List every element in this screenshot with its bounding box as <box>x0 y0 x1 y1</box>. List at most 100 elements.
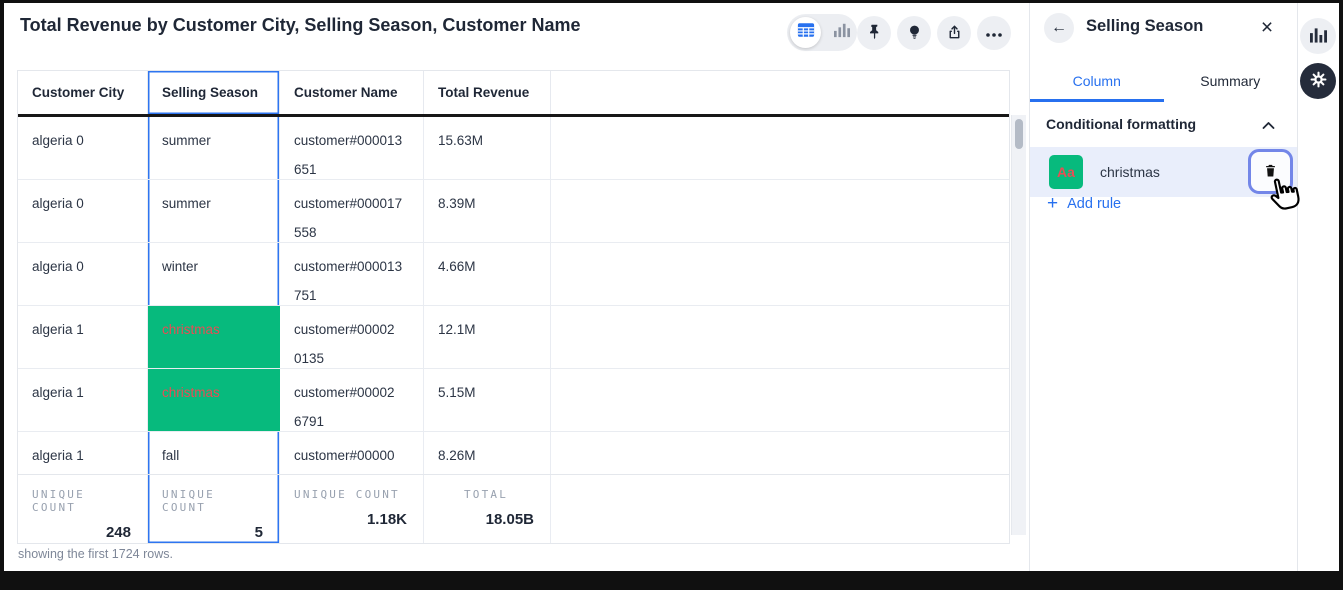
cell-customer-name[interactable]: customer#00002 0135 <box>280 306 424 368</box>
pin-button[interactable] <box>857 16 891 50</box>
table-view-button[interactable] <box>790 17 821 48</box>
tab-column[interactable]: Column <box>1030 60 1164 102</box>
table-scrollbar[interactable] <box>1011 115 1026 535</box>
cell-empty <box>551 432 1009 474</box>
cell-empty <box>551 180 1009 242</box>
cell-selling-season[interactable]: fall <box>148 432 280 474</box>
summary-cell: UNIQUE COUNT 1.18K <box>280 475 424 543</box>
add-icon: + <box>1047 194 1058 213</box>
table-summary-row: UNIQUE COUNT 248 UNIQUE COUNT 5 UNIQUE C… <box>18 474 1009 543</box>
table-row: algeria 1 fall customer#00000 8.26M <box>18 432 1009 474</box>
customer-name-line2: 0135 <box>294 344 409 368</box>
view-toggle <box>787 14 857 51</box>
settings-gear-icon <box>1309 70 1328 92</box>
more-menu-icon <box>985 26 1003 41</box>
share-button[interactable] <box>937 16 971 50</box>
customer-name-line1: customer#000013 <box>294 126 409 155</box>
cell-empty <box>551 117 1009 179</box>
summary-label: UNIQUE COUNT <box>32 488 131 514</box>
column-header-customer-city[interactable]: Customer City <box>18 71 148 114</box>
app-window: Total Revenue by Customer City, Selling … <box>0 0 1343 590</box>
cell-customer-city[interactable]: algeria 0 <box>18 180 148 242</box>
cell-customer-city[interactable]: algeria 1 <box>18 432 148 474</box>
cell-total-revenue[interactable]: 15.63M <box>424 117 551 179</box>
cell-selling-season-highlighted[interactable]: christmas <box>148 306 280 368</box>
lightbulb-icon <box>906 22 923 44</box>
share-icon <box>946 23 963 44</box>
column-header-customer-name[interactable]: Customer Name <box>280 71 424 114</box>
close-panel-button[interactable]: × <box>1254 15 1280 41</box>
chart-config-button[interactable] <box>1300 18 1336 54</box>
cell-customer-name[interactable]: customer#00002 6791 <box>280 369 424 431</box>
cell-empty <box>551 369 1009 431</box>
panel-title: Selling Season <box>1086 17 1203 36</box>
cell-customer-city[interactable]: algeria 0 <box>18 243 148 305</box>
table-row: algeria 1 christmas customer#00002 6791 … <box>18 369 1009 432</box>
rows-shown-caption: showing the first 1724 rows. <box>18 547 173 561</box>
cell-customer-name[interactable]: customer#000017 558 <box>280 180 424 242</box>
customer-name-line2: 6791 <box>294 407 409 431</box>
cell-selling-season[interactable]: summer <box>148 180 280 242</box>
rail-divider <box>1297 3 1298 571</box>
panel-tabs: Column Summary <box>1030 60 1297 102</box>
cell-customer-name[interactable]: customer#00000 <box>280 432 424 474</box>
summary-cell-empty <box>551 475 1009 543</box>
conditional-formatting-header: Conditional formatting <box>1046 116 1196 132</box>
customer-name-line1: customer#000013 <box>294 252 409 281</box>
table-row: algeria 0 summer customer#000017 558 8.3… <box>18 180 1009 243</box>
chart-view-button[interactable] <box>834 14 850 51</box>
summary-value: 5 <box>162 524 263 541</box>
column-header-total-revenue[interactable]: Total Revenue <box>424 71 551 114</box>
table-row: algeria 0 winter customer#000013 751 4.6… <box>18 243 1009 306</box>
collapse-section-button[interactable] <box>1257 115 1279 135</box>
close-icon: × <box>1261 16 1273 40</box>
summary-cell: TOTAL 18.05B <box>424 475 551 543</box>
customer-name-line1: customer#00002 <box>294 315 409 344</box>
customer-name-line1: customer#00000 <box>294 441 409 470</box>
conditional-format-rule[interactable]: Aa christmas <box>1030 147 1297 197</box>
cell-empty <box>551 306 1009 368</box>
summary-cell: UNIQUE COUNT 5 <box>148 475 280 543</box>
column-header-empty <box>551 71 1009 114</box>
table-header-row: Customer City Selling Season Customer Na… <box>18 71 1009 117</box>
cell-selling-season[interactable]: summer <box>148 117 280 179</box>
cell-total-revenue[interactable]: 8.26M <box>424 432 551 474</box>
customer-name-line2: 651 <box>294 155 409 179</box>
cell-customer-city[interactable]: algeria 1 <box>18 306 148 368</box>
cell-total-revenue[interactable]: 5.15M <box>424 369 551 431</box>
back-button[interactable]: ← <box>1044 13 1074 43</box>
cell-total-revenue[interactable]: 12.1M <box>424 306 551 368</box>
page-title: Total Revenue by Customer City, Selling … <box>20 15 580 36</box>
summary-label: TOTAL <box>438 488 534 501</box>
cell-customer-name[interactable]: customer#000013 651 <box>280 117 424 179</box>
settings-button[interactable] <box>1300 63 1336 99</box>
add-rule-button[interactable]: + Add rule <box>1047 194 1121 213</box>
table-view-icon <box>797 21 815 44</box>
scrollbar-thumb[interactable] <box>1015 119 1023 149</box>
more-menu-button[interactable] <box>977 16 1011 50</box>
table-row: algeria 1 christmas customer#00002 0135 … <box>18 306 1009 369</box>
customer-name-line1: customer#000017 <box>294 189 409 218</box>
summary-value: 248 <box>32 524 131 541</box>
cell-total-revenue[interactable]: 8.39M <box>424 180 551 242</box>
insights-button[interactable] <box>897 16 931 50</box>
format-preview-swatch: Aa <box>1049 155 1083 189</box>
back-arrow-icon: ← <box>1051 19 1067 37</box>
cell-customer-city[interactable]: algeria 1 <box>18 369 148 431</box>
summary-value: 1.18K <box>294 511 407 528</box>
tab-summary[interactable]: Summary <box>1164 60 1298 102</box>
customer-name-line1: customer#00002 <box>294 378 409 407</box>
cell-selling-season[interactable]: winter <box>148 243 280 305</box>
chevron-up-icon <box>1262 118 1275 133</box>
cell-selling-season-highlighted[interactable]: christmas <box>148 369 280 431</box>
cell-customer-city[interactable]: algeria 0 <box>18 117 148 179</box>
column-header-selling-season[interactable]: Selling Season <box>148 71 280 114</box>
cell-customer-name[interactable]: customer#000013 751 <box>280 243 424 305</box>
cell-total-revenue[interactable]: 4.66M <box>424 243 551 305</box>
pin-icon <box>866 22 883 44</box>
cell-empty <box>551 243 1009 305</box>
summary-label: UNIQUE COUNT <box>294 488 407 501</box>
table-row: algeria 0 summer customer#000013 651 15.… <box>18 117 1009 180</box>
chart-view-icon <box>834 22 850 43</box>
customer-name-line2: 558 <box>294 218 409 242</box>
